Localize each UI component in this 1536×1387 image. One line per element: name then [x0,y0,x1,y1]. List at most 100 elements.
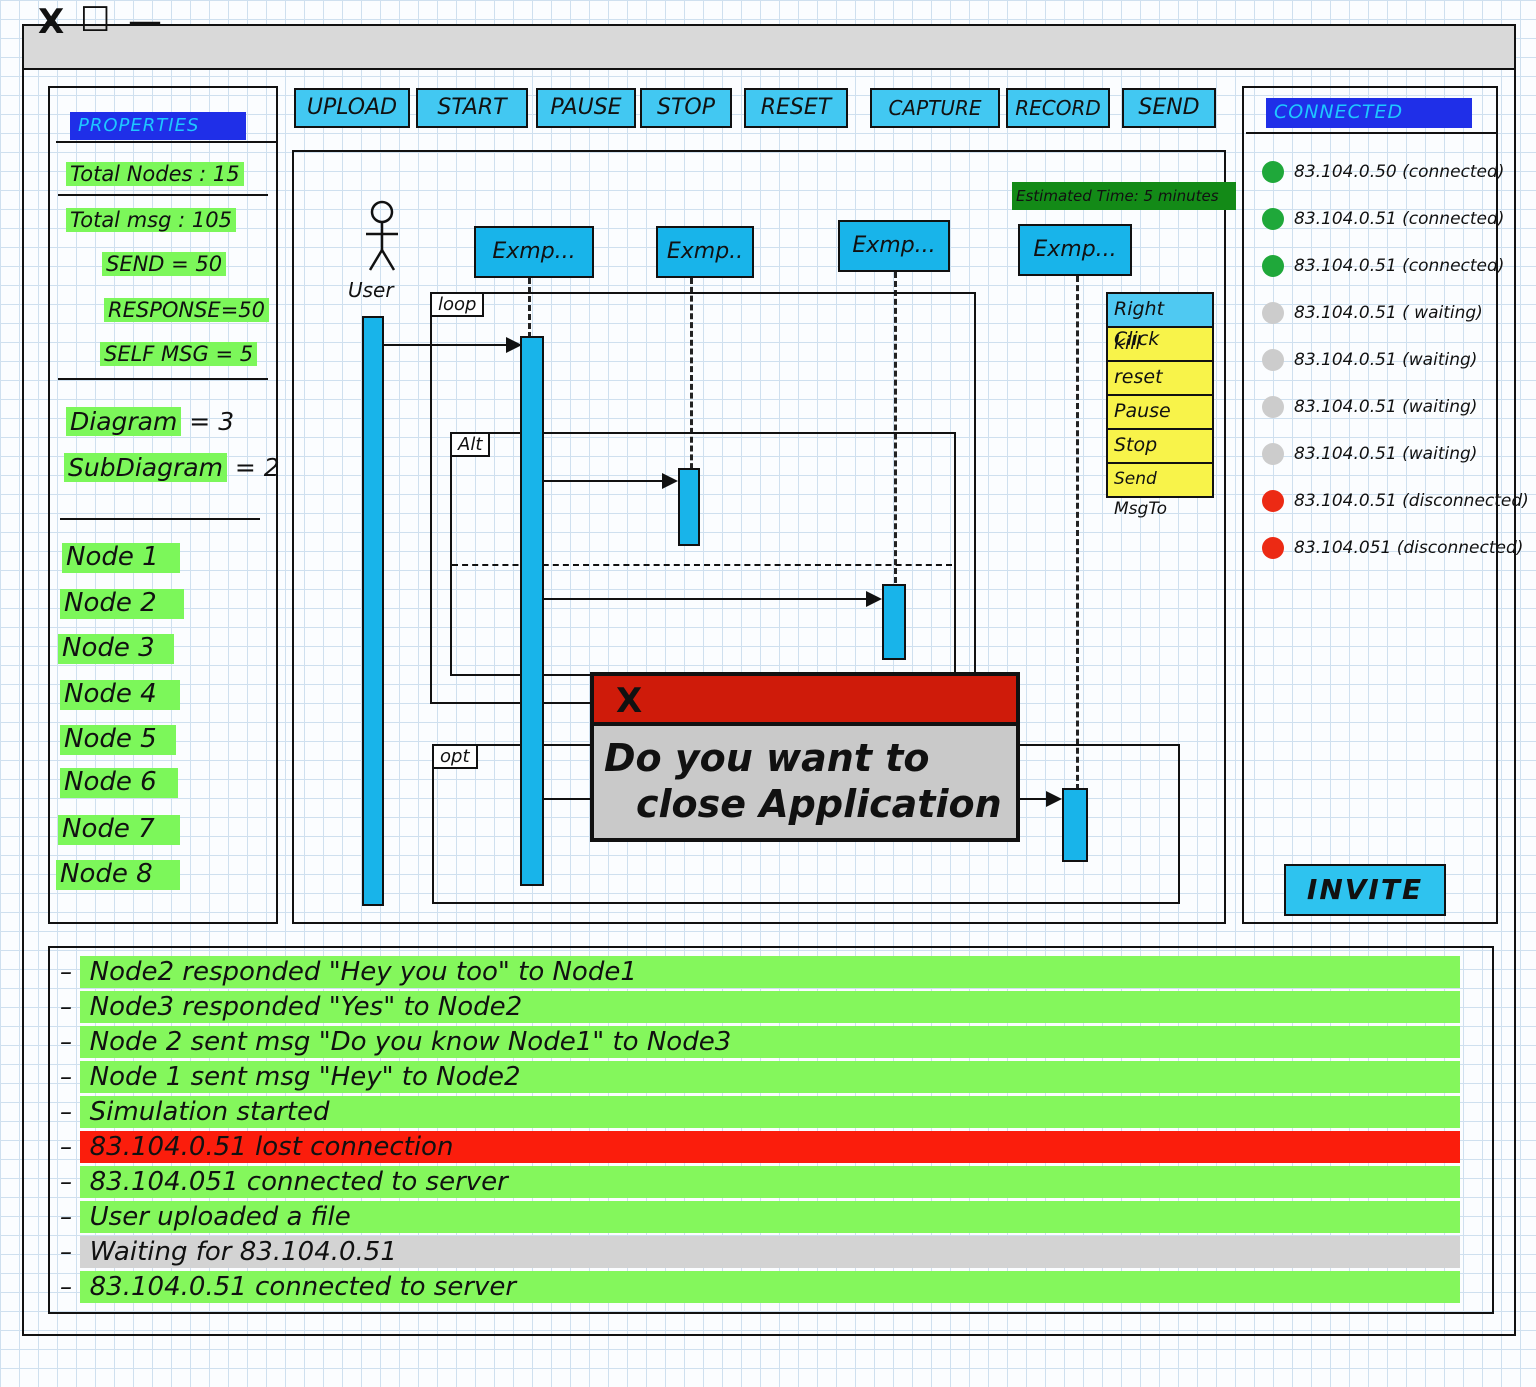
response-count-label: RESPONSE=50 [104,296,270,324]
stop-button[interactable]: STOP [640,88,732,128]
invite-button[interactable]: INVITE [1284,864,1446,916]
dialog-title-bar [594,676,1016,726]
send-button[interactable]: SEND [1122,88,1216,128]
status-connected-icon [1262,161,1284,183]
participant-head[interactable]: Exmp.. [656,226,754,278]
send-count-label: SEND = 50 [102,250,227,278]
node-list-item[interactable]: Node 8 [56,860,180,890]
properties-title: PROPERTIES [70,112,246,140]
divider [1246,132,1498,134]
log-entry: – Simulation started [60,1096,1496,1128]
log-entry: – Node2 responded "Hey you too" to Node1 [60,956,1496,988]
activation-bar [520,336,544,886]
log-entry: – 83.104.051 connected to server [60,1166,1496,1198]
total-msg-label: Total msg : 105 [66,206,236,234]
actor-label: User [348,278,394,302]
connected-list-item[interactable]: 83.104.0.51 (waiting) [1262,348,1494,395]
diagram-count-label: Diagram = 3 [66,407,234,436]
close-dialog: X Do you want to close Application [590,672,1020,842]
node-list-item[interactable]: Node 7 [58,815,180,845]
message-arrow [384,344,508,346]
node-list-item[interactable]: Node 5 [60,725,176,755]
alt-frame-tag: Alt [452,434,491,457]
log-entry: – Waiting for 83.104.0.51 [60,1236,1496,1268]
activation-bar [362,316,384,906]
connected-list-item[interactable]: 83.104.0.51 (waiting) [1262,395,1494,442]
dialog-message-line2: close Application [636,782,1002,826]
status-waiting-icon [1262,349,1284,371]
lifeline [1076,276,1079,790]
context-menu-item-reset[interactable]: reset [1108,362,1212,396]
status-disconnected-icon [1262,537,1284,559]
dialog-message-line1: Do you want to [604,736,930,780]
opt-frame-tag: opt [434,746,478,769]
connected-title: CONNECTED [1266,98,1472,128]
context-menu-item-pause[interactable]: Pause [1108,396,1212,430]
title-bar [22,24,1516,70]
record-button[interactable]: RECORD [1006,88,1110,128]
activation-bar [1062,788,1088,862]
status-waiting-icon [1262,302,1284,324]
connected-list-item[interactable]: 83.104.051 (disconnected) [1262,536,1523,583]
connected-list: 83.104.0.50 (connected) 83.104.0.51 (con… [1262,160,1529,583]
divider [56,141,278,143]
divider [58,378,268,380]
divider [60,518,260,520]
context-menu-item-stop[interactable]: Stop [1108,430,1212,464]
connected-list-item[interactable]: 83.104.0.51 ( waiting) [1262,301,1494,348]
status-connected-icon [1262,255,1284,277]
maximize-icon[interactable]: ☐ [80,2,110,38]
upload-button[interactable]: UPLOAD [294,88,410,128]
log-entry: – Node 2 sent msg "Do you know Node1" to… [60,1026,1496,1058]
log-list: – Node2 responded "Hey you too" to Node1… [60,956,1496,1306]
connected-list-item[interactable]: 83.104.0.51 (waiting) [1262,442,1494,489]
status-disconnected-icon [1262,490,1284,512]
estimated-time-badge: Estimated Time: 5 minutes [1012,182,1236,210]
self-msg-count-label: SELF MSG = 5 [100,340,258,368]
arrow-head-icon [662,473,678,489]
loop-frame-tag: loop [432,294,485,317]
divider [58,194,268,196]
user-actor-icon [366,200,398,271]
connected-list-item[interactable]: 83.104.0.50 (connected) [1262,160,1504,207]
log-entry: – User uploaded a file [60,1201,1496,1233]
log-entry: – Node3 responded "Yes" to Node2 [60,991,1496,1023]
participant-head[interactable]: Exmp... [474,226,594,278]
connected-list-item[interactable]: 83.104.0.51 (connected) [1262,254,1504,301]
capture-button[interactable]: CAPTURE [870,88,1000,128]
pause-button[interactable]: PAUSE [536,88,636,128]
node-list-item[interactable]: Node 6 [60,768,178,798]
message-arrow [544,480,662,482]
start-button[interactable]: START [416,88,528,128]
status-waiting-icon [1262,443,1284,465]
minimize-icon[interactable]: — [128,4,162,40]
node-list-item[interactable]: Node 3 [58,634,174,664]
context-menu-header: Right Click [1108,294,1212,350]
activation-bar [882,584,906,660]
arrow-head-icon [866,591,882,607]
status-waiting-icon [1262,396,1284,418]
dialog-close-icon[interactable]: X [616,680,642,722]
node-list-item[interactable]: Node 1 [62,543,180,573]
arrow-head-icon [1046,791,1062,807]
log-entry: – 83.104.0.51 lost connection [60,1131,1496,1163]
context-menu-item-send-msg-to[interactable]: Send MsgTo [1108,464,1212,519]
connected-list-item[interactable]: 83.104.0.51 (disconnected) [1262,489,1529,536]
arrow-head-icon [506,337,522,353]
node-list-item[interactable]: Node 2 [60,589,184,619]
node-list-item[interactable]: Node 4 [60,680,180,710]
log-entry: – Node 1 sent msg "Hey" to Node2 [60,1061,1496,1093]
context-menu: Right Click kill reset Pause Stop Send M… [1106,292,1214,519]
message-arrow [544,598,866,600]
status-connected-icon [1262,208,1284,230]
activation-bar [678,468,700,546]
reset-button[interactable]: RESET [744,88,848,128]
close-icon[interactable]: X [38,4,64,40]
context-menu-item-kill[interactable]: kill [1108,328,1212,362]
participant-head[interactable]: Exmp... [1018,224,1132,276]
log-entry: – 83.104.0.51 connected to server [60,1271,1496,1303]
subdiagram-count-label: SubDiagram = 2 [64,453,280,482]
connected-list-item[interactable]: 83.104.0.51 (connected) [1262,207,1504,254]
participant-head[interactable]: Exmp... [838,220,950,272]
total-nodes-label: Total Nodes : 15 [66,160,244,188]
